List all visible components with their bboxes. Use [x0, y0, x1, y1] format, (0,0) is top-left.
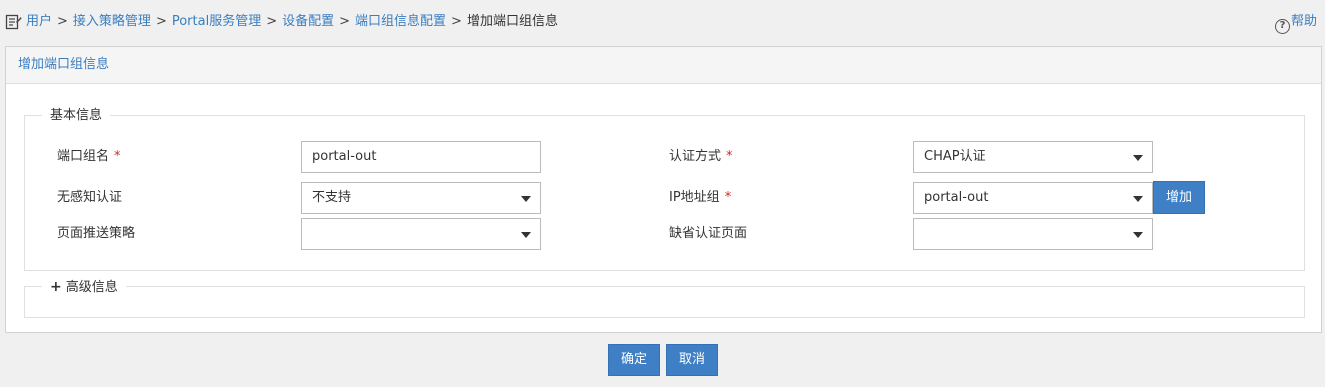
required-mark: * — [114, 149, 121, 164]
dropdown-arrow-icon — [1133, 196, 1143, 202]
breadcrumb-separator: > — [266, 14, 278, 29]
config-page-icon — [5, 14, 22, 30]
dropdown-arrow-icon — [1133, 155, 1143, 161]
panel-title: 增加端口组信息 — [6, 47, 1321, 84]
seamless-auth-label: 无感知认证 — [57, 190, 123, 205]
port-group-name-label: 端口组名 * — [57, 148, 121, 166]
advanced-info-toggle[interactable]: + 高级信息 — [42, 278, 126, 296]
breadcrumb-link-device-config[interactable]: 设备配置 — [282, 14, 334, 29]
required-mark: * — [726, 149, 733, 164]
advanced-info-fieldset: + 高级信息 — [24, 278, 1305, 318]
breadcrumb: 用户 > 接入策略管理 > Portal服务管理 > 设备配置 > 端口组信息配置 > 增加端口组信… — [26, 13, 558, 31]
page-push-policy-select[interactable] — [301, 218, 541, 250]
ip-group-select[interactable]: portal-out — [913, 182, 1153, 214]
ip-group-label: IP地址组 * — [669, 189, 731, 207]
dropdown-arrow-icon — [521, 196, 531, 202]
seamless-auth-select[interactable]: 不支持 — [301, 182, 541, 214]
basic-info-legend: 基本信息 — [42, 107, 111, 125]
help-link[interactable]: ? 帮助 — [1274, 13, 1317, 34]
add-ip-group-button[interactable]: 增加 — [1153, 181, 1205, 214]
ip-group-value: portal-out — [924, 190, 989, 205]
auth-method-label-text: 认证方式 — [669, 149, 722, 164]
breadcrumb-link-port-group-config[interactable]: 端口组信息配置 — [355, 14, 446, 29]
help-label: 帮助 — [1290, 14, 1317, 29]
default-auth-page-select[interactable] — [913, 218, 1153, 250]
breadcrumb-current: 增加端口组信息 — [466, 14, 558, 29]
port-group-name-input[interactable]: portal-out — [301, 141, 541, 173]
dropdown-arrow-icon — [1133, 232, 1143, 238]
breadcrumb-separator: > — [451, 14, 462, 29]
plus-icon: + — [50, 279, 62, 295]
ok-button[interactable]: 确定 — [608, 344, 660, 376]
seamless-auth-value: 不支持 — [312, 190, 352, 205]
help-icon: ? — [1274, 19, 1290, 34]
page-push-policy-label: 页面推送策略 — [57, 226, 136, 241]
ip-group-label-text: IP地址组 — [669, 190, 720, 205]
breadcrumb-bar: 用户 > 接入策略管理 > Portal服务管理 > 设备配置 > 端口组信息配置 > 增加端口组信… — [0, 0, 1325, 44]
breadcrumb-separator: > — [155, 14, 167, 29]
auth-method-value: CHAP认证 — [924, 149, 986, 164]
breadcrumb-separator: > — [339, 14, 351, 29]
breadcrumb-separator: > — [57, 14, 68, 29]
breadcrumb-link-user[interactable]: 用户 — [26, 14, 52, 29]
advanced-info-legend: 高级信息 — [65, 280, 118, 295]
breadcrumb-link-portal-service[interactable]: Portal服务管理 — [172, 14, 261, 29]
required-mark: * — [724, 190, 732, 205]
default-auth-page-label: 缺省认证页面 — [669, 226, 748, 241]
cancel-button[interactable]: 取消 — [666, 344, 718, 376]
auth-method-label: 认证方式 * — [669, 148, 733, 166]
breadcrumb-link-access-policy[interactable]: 接入策略管理 — [73, 14, 151, 29]
dropdown-arrow-icon — [521, 232, 531, 238]
port-group-name-label-text: 端口组名 — [57, 149, 110, 164]
auth-method-select[interactable]: CHAP认证 — [913, 141, 1153, 173]
